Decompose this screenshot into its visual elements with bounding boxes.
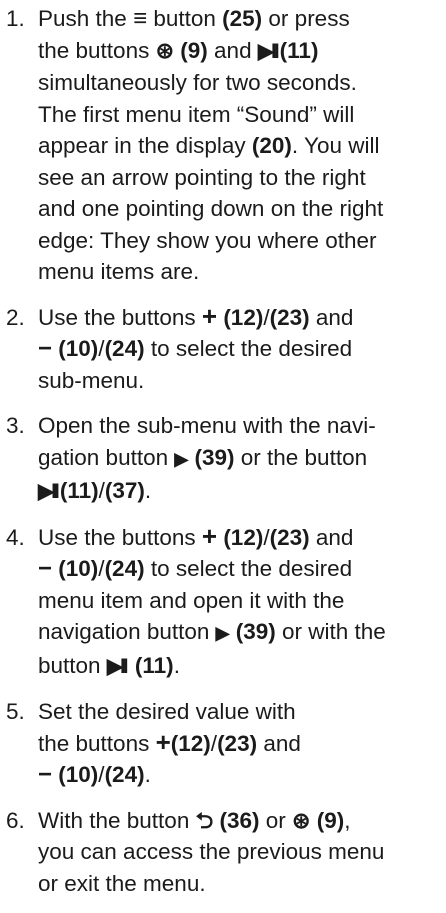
ref-11: (11) — [279, 37, 319, 63]
ref-24: (24) — [104, 556, 145, 581]
step-number: 4. — [6, 524, 25, 550]
step-3: 3. Open the sub-menu with the navi- gati… — [0, 410, 446, 508]
ref-11: (11) — [134, 652, 174, 678]
ref-25: (25) — [222, 6, 263, 31]
ref-23: (23) — [217, 730, 258, 756]
step-text: With the button ⮌ (36) or ⊛ (9), you can… — [38, 805, 444, 900]
ref-12: (12) — [223, 304, 264, 330]
ref-36: (36) — [219, 807, 260, 833]
ref-11: (11) — [59, 478, 99, 503]
ref-39: (39) — [235, 619, 276, 644]
ref-10: (10) — [58, 556, 99, 581]
step-text: Push the ≡ button (25) or press the butt… — [38, 5, 384, 284]
ref-24: (24) — [104, 336, 145, 361]
step-4: 4. Use the buttons + (12)/(23) and − (10… — [0, 522, 446, 683]
ref-10: (10) — [58, 762, 99, 787]
step-number: 2. — [6, 304, 25, 330]
step-text: Use the buttons + (12)/(23) and − (10)/(… — [38, 300, 354, 393]
ref-12: (12) — [170, 730, 211, 756]
minus-icon: − — [38, 761, 53, 788]
step-text: Use the buttons + (12)/(23) and − (10)/(… — [38, 522, 444, 683]
ref-10: (10) — [58, 336, 99, 361]
source-icon: ⊛ — [155, 37, 175, 63]
menu-icon: ≡ — [133, 5, 148, 32]
ref-24: (24) — [104, 762, 145, 787]
instruction-list: 1. Push the ≡ button (25) or press the b… — [0, 3, 446, 913]
play-pause-icon: ▶II — [257, 39, 280, 63]
step-text: Set the desired value with the buttons +… — [38, 696, 444, 791]
back-icon: ⮌ — [195, 807, 214, 833]
step-5: 5. Set the desired value with the button… — [0, 696, 446, 791]
step-number: 3. — [6, 413, 25, 438]
ref-9: (9) — [180, 37, 208, 63]
plus-icon: + — [201, 520, 218, 551]
minus-icon: − — [38, 335, 53, 362]
step-1: 1. Push the ≡ button (25) or press the b… — [0, 3, 446, 288]
ref-39: (39) — [194, 444, 235, 470]
step-number: 6. — [6, 807, 25, 833]
step-text: Open the sub-menu with the navi- gation … — [38, 410, 444, 508]
plus-icon: + — [201, 300, 218, 331]
step-6: 6. With the button ⮌ (36) or ⊛ (9), you … — [0, 805, 446, 900]
right-arrow-icon: ▶ — [174, 448, 189, 469]
ref-12: (12) — [223, 524, 264, 550]
ref-23: (23) — [269, 304, 310, 330]
ref-9: (9) — [316, 807, 345, 833]
minus-icon: − — [38, 555, 53, 582]
plus-icon: + — [155, 726, 171, 757]
step-2: 2. Use the buttons + (12)/(23) and − (10… — [0, 302, 446, 397]
play-pause-icon: ▶II — [38, 480, 60, 503]
right-arrow-icon: ▶ — [215, 623, 230, 643]
step-number: 1. — [6, 6, 25, 31]
ref-20: (20) — [251, 133, 292, 158]
step-number: 5. — [6, 699, 25, 724]
ref-37: (37) — [104, 478, 145, 503]
play-pause-icon: ▶II — [106, 654, 129, 678]
ref-23: (23) — [269, 524, 310, 550]
source-icon: ⊛ — [292, 807, 311, 833]
